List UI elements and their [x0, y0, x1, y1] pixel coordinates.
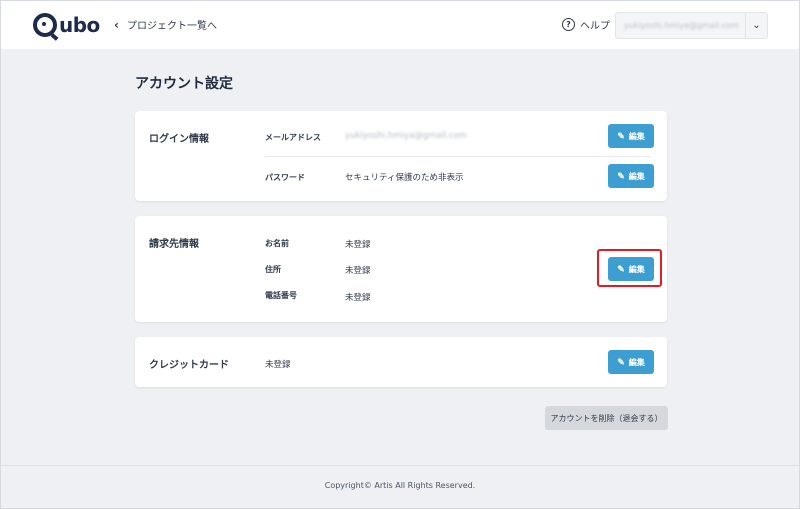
- address-value: 未登録: [345, 266, 371, 276]
- password-value: セキュリティ保護のため非表示: [345, 173, 464, 183]
- email-value: yukiyoshi.hmiya@gmail.com: [345, 131, 468, 141]
- top-bar: ubo ‹ プロジェクト一覧へ ? ヘルプ yukiyoshi.hmiya@gm…: [1, 1, 799, 49]
- back-to-projects-link[interactable]: ‹ プロジェクト一覧へ: [114, 17, 217, 33]
- chevron-left-icon: ‹: [114, 17, 119, 32]
- chevron-down-icon[interactable]: ⌄: [745, 13, 767, 38]
- account-email: yukiyoshi.hmiya@gmail.com: [624, 21, 739, 30]
- phone-value: 未登録: [345, 293, 371, 303]
- highlight-box: [597, 249, 662, 287]
- delete-account-button[interactable]: アカウントを削除（退会する）: [545, 406, 668, 430]
- logo-q-mark: [33, 13, 57, 37]
- page-title: アカウント設定: [135, 76, 233, 92]
- edit-email-button[interactable]: ✎ 編集: [608, 124, 654, 148]
- account-dropdown[interactable]: yukiyoshi.hmiya@gmail.com ⌄: [615, 12, 768, 39]
- login-info-card: ログイン情報 メールアドレス yukiyoshi.hmiya@gmail.com…: [135, 111, 667, 201]
- address-label: 住所: [265, 265, 281, 274]
- footer-copyright: Copyright© Artis All Rights Reserved.: [324, 481, 476, 490]
- email-label: メールアドレス: [265, 133, 321, 142]
- credit-card-value: 未登録: [265, 360, 291, 370]
- login-info-label: ログイン情報: [149, 134, 209, 145]
- credit-card-label: クレジットカード: [149, 360, 229, 371]
- help-link[interactable]: ? ヘルプ: [562, 17, 610, 32]
- credit-card-card: クレジットカード 未登録 ✎ 編集: [135, 337, 667, 387]
- name-label: お名前: [265, 239, 289, 248]
- help-label: ヘルプ: [580, 21, 610, 32]
- pencil-icon: ✎: [617, 356, 625, 367]
- billing-info-card: 請求先情報 お名前 未登録 住所 未登録 電話番号 未登録 ✎ 編集: [135, 216, 667, 322]
- divider: [265, 156, 651, 157]
- pencil-icon: ✎: [617, 170, 625, 181]
- password-label: パスワード: [265, 173, 305, 182]
- pencil-icon: ✎: [617, 130, 625, 141]
- edit-button-label: 編集: [628, 131, 645, 141]
- edit-password-button[interactable]: ✎ 編集: [608, 164, 654, 188]
- edit-credit-card-button[interactable]: ✎ 編集: [608, 350, 654, 374]
- billing-info-label: 請求先情報: [149, 239, 199, 250]
- edit-button-label: 編集: [628, 357, 645, 367]
- edit-button-label: 編集: [628, 171, 645, 181]
- logo-text: ubo: [59, 13, 100, 37]
- name-value: 未登録: [345, 240, 371, 250]
- footer-divider: [1, 465, 799, 466]
- qubo-logo[interactable]: ubo: [33, 12, 100, 38]
- back-link-label: プロジェクト一覧へ: [126, 21, 217, 32]
- phone-label: 電話番号: [265, 291, 297, 300]
- question-circle-icon: ?: [562, 18, 575, 31]
